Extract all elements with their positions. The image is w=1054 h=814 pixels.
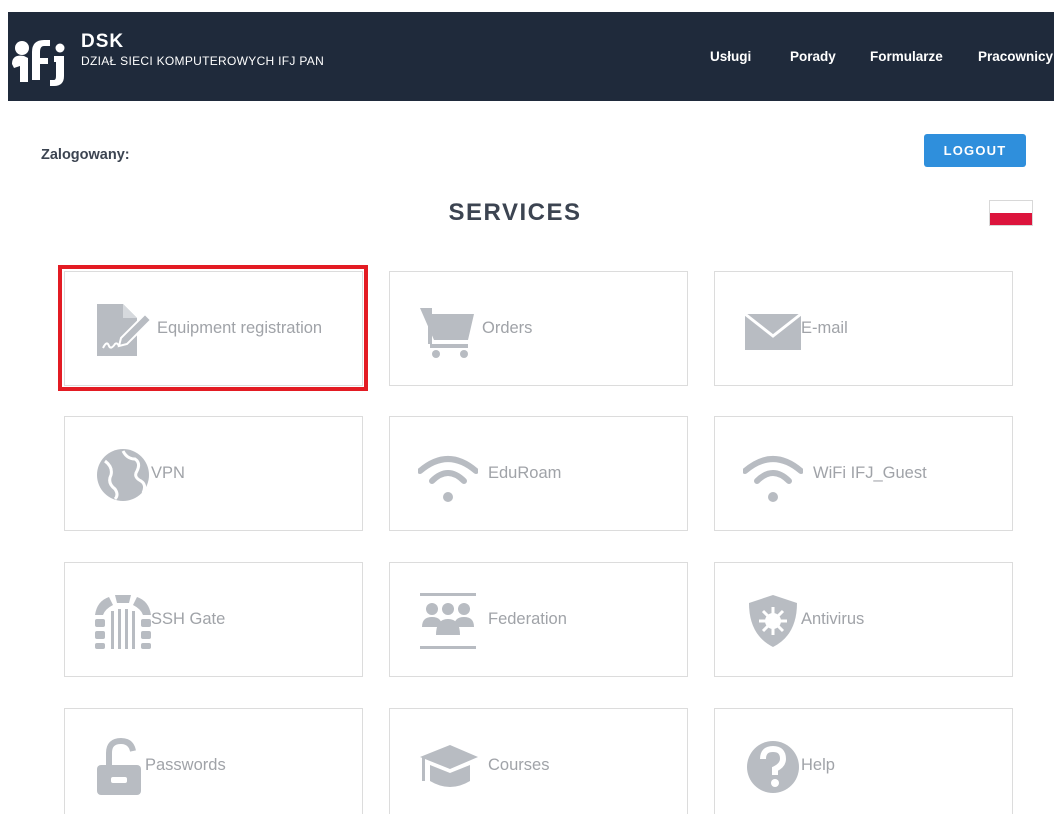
tile-label: Orders [482,319,533,337]
page-title: SERVICES [448,199,582,226]
tile-email[interactable]: E-mail [714,271,1013,386]
group-icon [420,593,476,649]
envelope-icon [744,312,802,350]
polish-flag-icon[interactable] [989,200,1033,226]
tile-equipment-registration[interactable]: Equipment registration [64,271,363,386]
tile-label: EduRoam [488,464,562,482]
question-icon [747,741,799,793]
tile-label: Antivirus [801,610,865,628]
tile-antivirus[interactable]: Antivirus [714,562,1013,677]
tile-vpn[interactable]: VPN [64,416,363,531]
globe-icon [97,449,149,501]
nav-link-formularze[interactable]: Formularze [870,49,943,64]
tile-label: Help [801,756,835,774]
unlock-icon [97,737,141,795]
graduation-cap-icon [420,745,478,787]
tile-federation[interactable]: Federation [389,562,688,677]
wifi-icon [743,456,803,502]
shield-virus-icon [749,595,797,647]
ifj-logo[interactable] [10,30,74,88]
tile-courses[interactable]: Courses [389,708,688,814]
tile-help[interactable]: Help [714,708,1013,814]
top-navbar: DSK DZIAŁ SIECI KOMPUTEROWYCH IFJ PAN Us… [8,12,1054,101]
tile-label: WiFi IFJ_Guest [813,464,927,482]
nav-link-porady[interactable]: Porady [790,49,836,64]
tile-label: Equipment registration [157,319,323,337]
tile-wifi-guest[interactable]: WiFi IFJ_Guest [714,416,1013,531]
tile-label: Federation [488,610,567,628]
logged-in-label: Zalogowany: [41,147,130,163]
tile-orders[interactable]: Orders [389,271,688,386]
tile-label: E-mail [801,319,848,337]
tile-label: SSH Gate [151,610,226,628]
logout-button[interactable]: LOGOUT [924,134,1026,167]
tile-label: Passwords [145,756,226,774]
contract-sign-icon [97,304,153,356]
tile-eduroam[interactable]: EduRoam [389,416,688,531]
tile-ssh-gate[interactable]: SSH Gate [64,562,363,677]
cart-icon [420,308,474,358]
brand-title: DSK [81,31,125,52]
nav-link-uslugi[interactable]: Usługi [710,49,751,64]
tile-passwords[interactable]: Passwords [64,708,363,814]
nav-link-pracownicy[interactable]: Pracownicy [978,49,1053,64]
gate-icon [95,595,151,649]
tile-label: Courses [488,756,550,774]
tile-label: VPN [151,464,185,482]
brand-subtitle: DZIAŁ SIECI KOMPUTEROWYCH IFJ PAN [81,54,325,68]
wifi-icon [418,456,478,502]
